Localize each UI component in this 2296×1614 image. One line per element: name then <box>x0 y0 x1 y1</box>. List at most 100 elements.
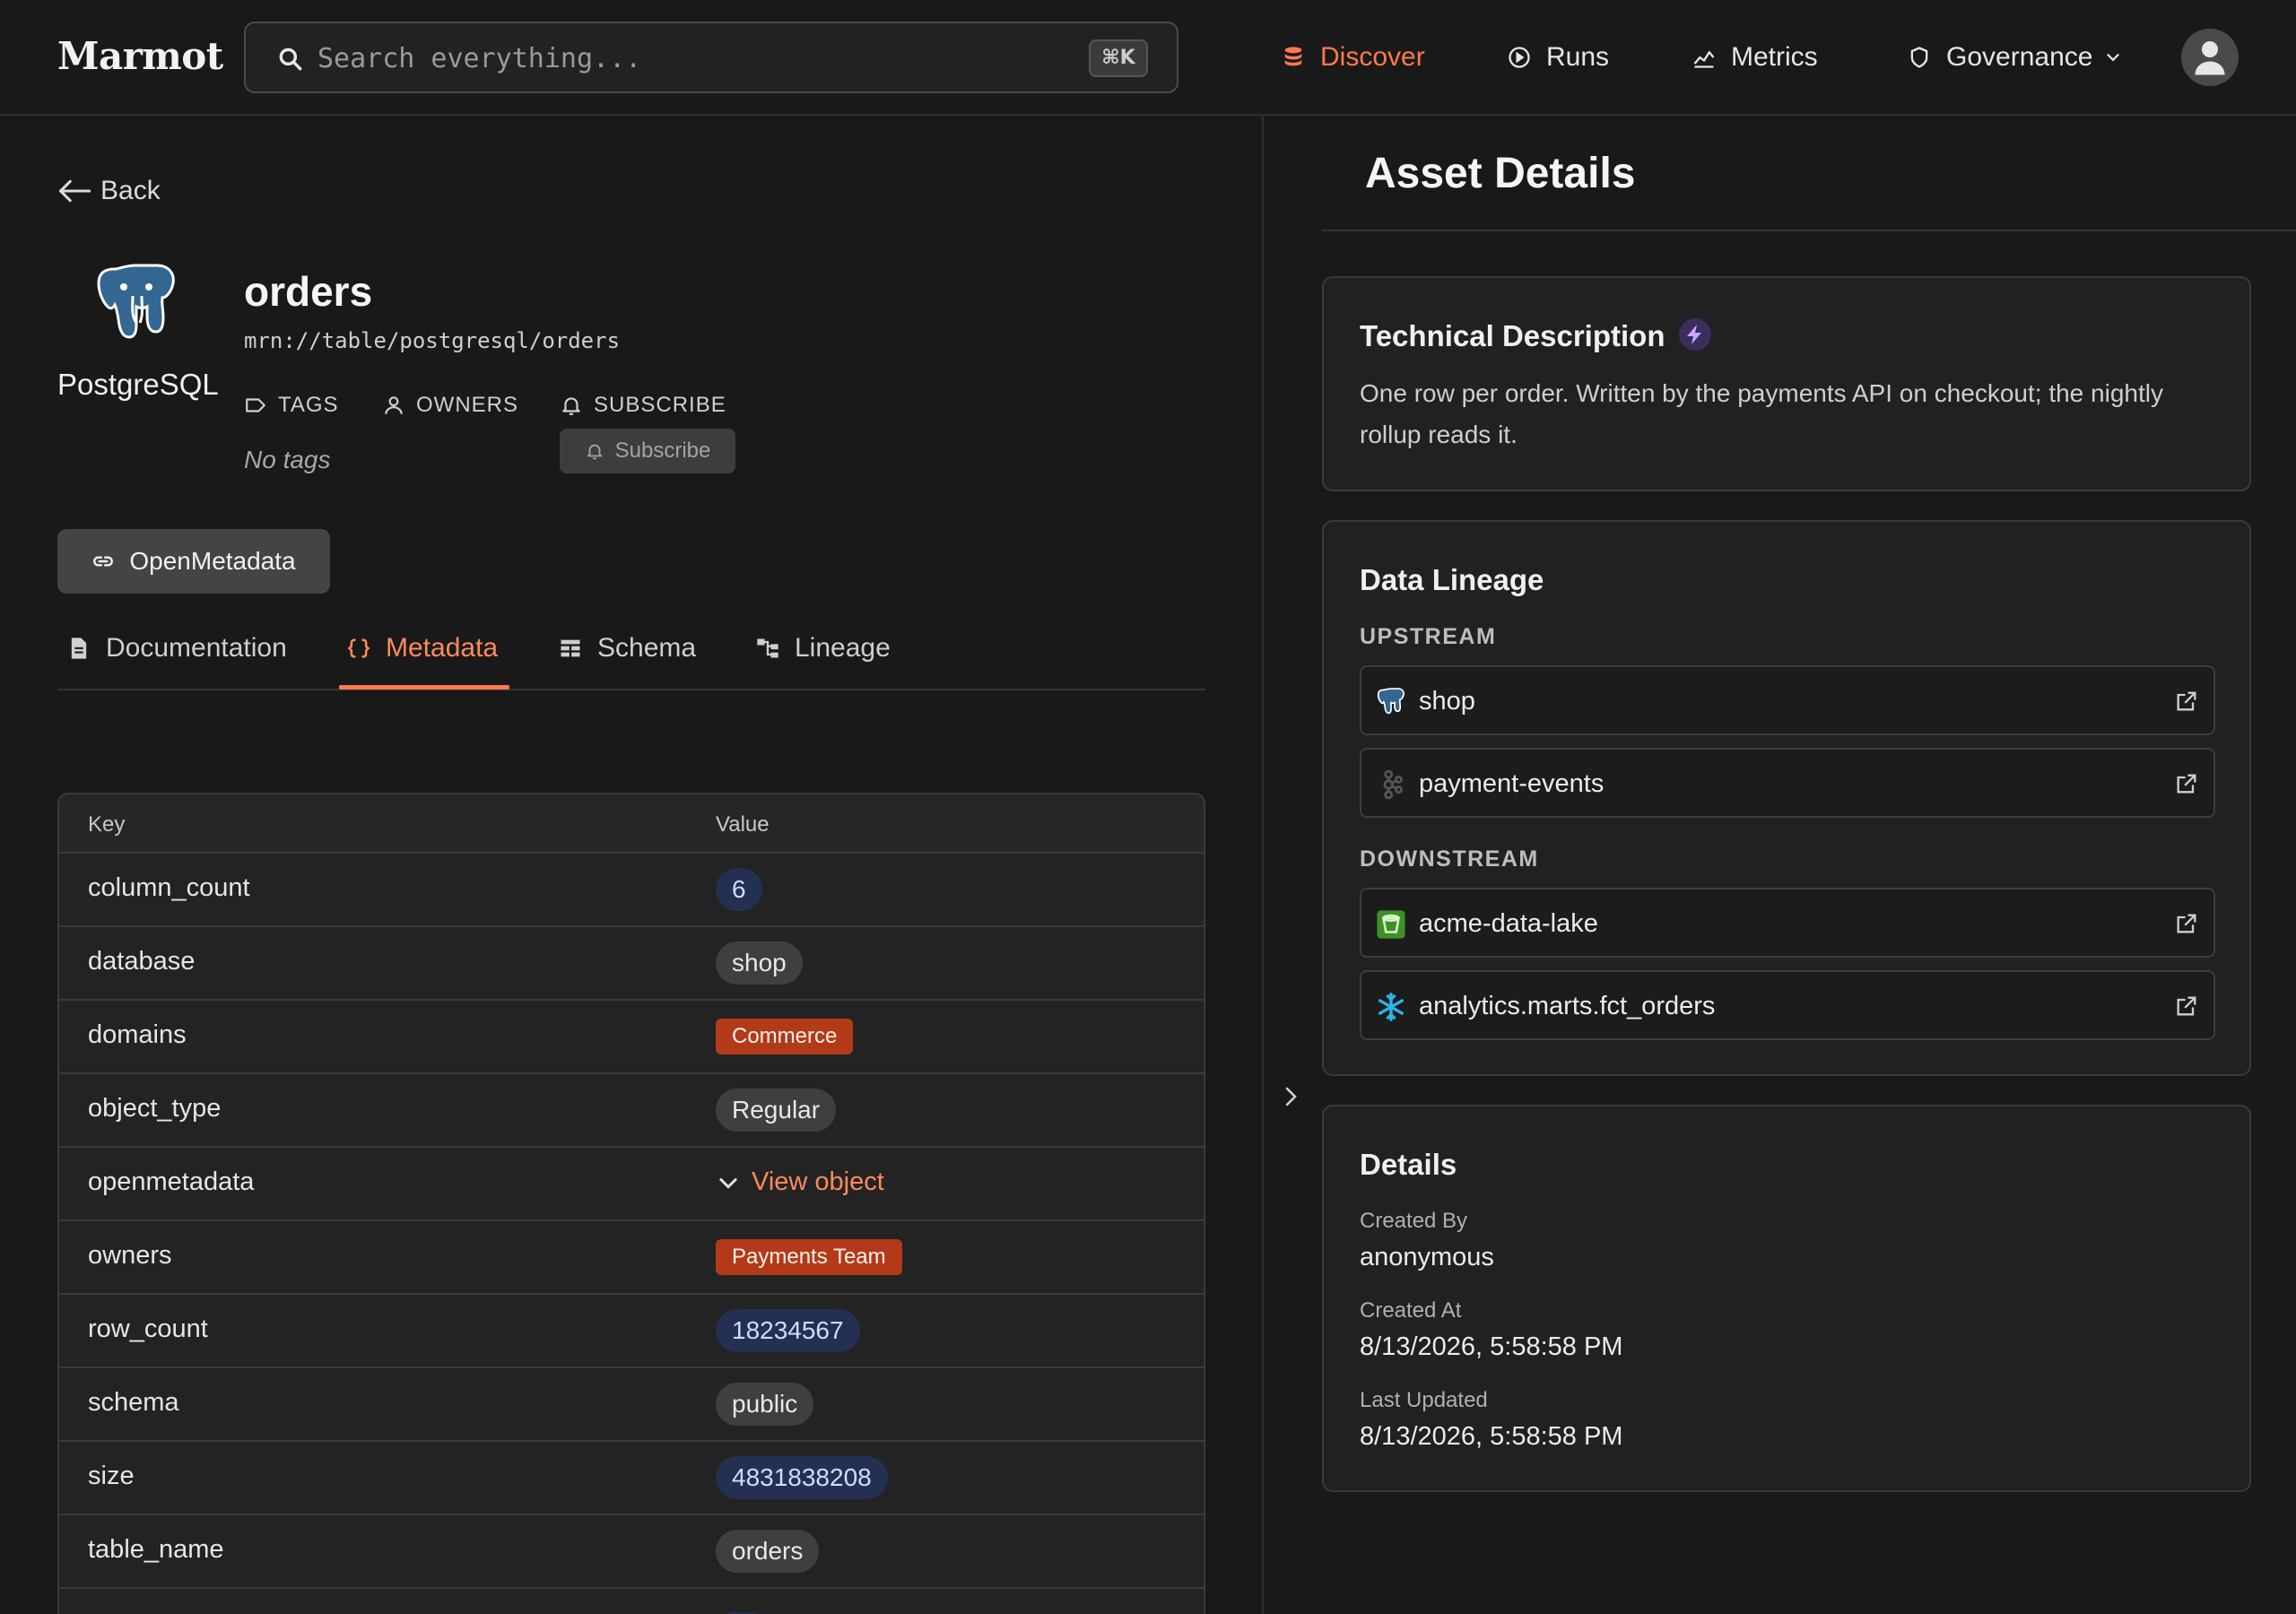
view-object-toggle[interactable]: View object <box>716 1167 884 1197</box>
chevron-down-icon <box>719 1177 737 1189</box>
row-value-chip: 4831838208 <box>716 1456 888 1499</box>
table-row: openmetadata View object <box>59 1148 1204 1221</box>
table-row: database shop <box>59 927 1204 1001</box>
technical-description-heading: Technical Description <box>1360 319 1665 352</box>
nav-governance-label: Governance <box>1946 42 2093 72</box>
row-key: owners <box>88 1241 172 1270</box>
lightning-icon <box>1687 325 1702 345</box>
user-icon <box>2195 41 2225 75</box>
table-row: column_count 6 <box>59 854 1204 927</box>
external-link-icon[interactable] <box>2174 994 2199 1019</box>
play-circle-icon <box>1509 47 1530 68</box>
table-row: row_count 18234567 <box>59 1295 1204 1368</box>
row-key: row_count <box>88 1315 208 1343</box>
row-value-chip: 18234567 <box>716 1309 860 1352</box>
subscribe-button[interactable]: Subscribe <box>560 429 735 473</box>
asset-mrn: mrn://table/postgresql/orders <box>244 328 621 353</box>
snowflake-icon <box>1378 993 1405 1021</box>
lineage-item-name: acme-data-lake <box>1419 909 1598 938</box>
lineage-upstream-item[interactable]: payment-events <box>1360 748 2215 818</box>
panel-divider[interactable] <box>1262 116 1264 1614</box>
owner-badge[interactable]: Payments Team <box>716 1239 902 1275</box>
technical-description-text: One row per order. Written by the paymen… <box>1360 379 2163 448</box>
arrow-left-icon <box>59 179 91 203</box>
created-by-label: Created By <box>1360 1209 1468 1233</box>
nav-discover[interactable]: Discover <box>1281 38 1425 77</box>
brand-logo[interactable]: Marmot <box>57 34 223 78</box>
upstream-label: UPSTREAM <box>1360 624 1497 649</box>
technical-description-card: Technical Description One row per order.… <box>1322 276 2251 491</box>
back-link[interactable]: Back <box>57 176 161 206</box>
view-object-label: View object <box>752 1167 884 1196</box>
lineage-upstream-item[interactable]: shop <box>1360 665 2215 735</box>
tab-metadata[interactable]: Metadata <box>346 626 498 671</box>
tab-schema-label: Schema <box>597 633 697 663</box>
external-link-icon[interactable] <box>2174 911 2199 936</box>
database-icon <box>1284 47 1302 66</box>
top-navigation: Marmot Search everything... ⌘K Discover … <box>0 0 2296 116</box>
table-row-partial <box>59 1589 1204 1614</box>
row-key: size <box>88 1462 135 1490</box>
link-icon <box>93 556 114 567</box>
lineage-item-name: analytics.marts.fct_orders <box>1419 992 1716 1020</box>
tab-documentation-label: Documentation <box>106 633 287 663</box>
subscribe-label: SUBSCRIBE <box>560 393 726 418</box>
search-icon <box>279 48 302 71</box>
nav-runs-label: Runs <box>1546 42 1610 72</box>
table-row: table_name orders <box>59 1515 1204 1589</box>
details-card: Details Created By anonymous Created At … <box>1322 1105 2251 1492</box>
row-key: domains <box>88 1020 187 1049</box>
tab-lineage[interactable]: Lineage <box>755 626 891 671</box>
row-key: object_type <box>88 1094 222 1123</box>
openmetadata-source-button[interactable]: OpenMetadata <box>57 529 330 594</box>
created-at-value: 8/13/2026, 5:58:58 PM <box>1360 1332 1623 1361</box>
s3-bucket-icon <box>1377 910 1405 939</box>
external-link-icon[interactable] <box>2174 771 2199 796</box>
column-header-key: Key <box>88 812 126 837</box>
table-row: object_type Regular <box>59 1074 1204 1148</box>
row-key: openmetadata <box>88 1167 255 1196</box>
domain-badge[interactable]: Commerce <box>716 1019 854 1054</box>
postgresql-icon <box>1377 688 1405 715</box>
row-value-chip: 6 <box>716 868 762 911</box>
postgresql-logo-icon <box>97 264 175 339</box>
owners-label[interactable]: OWNERS <box>382 393 518 418</box>
metadata-table: Key Value column_count 6 database shop d… <box>57 793 1205 1614</box>
tab-documentation[interactable]: Documentation <box>66 626 287 671</box>
table-row: schema public <box>59 1368 1204 1442</box>
tags-label[interactable]: TAGS <box>244 393 339 418</box>
no-tags-text: No tags <box>244 446 331 473</box>
tab-lineage-label: Lineage <box>795 633 891 663</box>
user-avatar[interactable] <box>2181 29 2239 86</box>
active-tab-indicator <box>339 685 509 690</box>
tab-schema[interactable]: Schema <box>558 626 696 671</box>
table-icon <box>561 639 580 657</box>
bell-icon <box>562 397 580 415</box>
external-link-icon[interactable] <box>2174 689 2199 714</box>
asset-details-title: Asset Details <box>1365 150 1636 197</box>
data-lineage-title: Data Lineage <box>1360 563 1544 596</box>
column-header-value: Value <box>716 812 770 837</box>
row-value-chip: public <box>716 1383 814 1426</box>
nav-governance[interactable]: Governance <box>1907 38 2123 77</box>
lineage-item-name: payment-events <box>1419 769 1605 798</box>
openmetadata-label: OpenMetadata <box>129 547 296 575</box>
lineage-icon <box>757 638 778 658</box>
search-bar[interactable]: Search everything... ⌘K <box>244 22 1178 93</box>
shield-icon <box>1910 47 1928 68</box>
row-value-chip: orders <box>716 1530 820 1573</box>
created-at-label: Created At <box>1360 1298 1462 1323</box>
ai-bolt-badge <box>1679 318 1712 351</box>
lineage-downstream-item[interactable]: analytics.marts.fct_orders <box>1360 970 2215 1040</box>
nav-runs[interactable]: Runs <box>1507 38 1609 77</box>
lineage-downstream-item[interactable]: acme-data-lake <box>1360 888 2215 958</box>
row-value-chip: Regular <box>716 1089 837 1132</box>
tab-metadata-label: Metadata <box>386 633 499 663</box>
chevron-right-icon[interactable] <box>1281 1083 1302 1110</box>
search-placeholder: Search everything... <box>317 43 642 74</box>
nav-metrics[interactable]: Metrics <box>1692 38 1818 77</box>
asset-title: orders <box>244 268 373 315</box>
row-key: table_name <box>88 1535 224 1564</box>
last-updated-label: Last Updated <box>1360 1388 1488 1412</box>
data-lineage-card: Data Lineage UPSTREAM shop payment-event… <box>1322 520 2251 1076</box>
